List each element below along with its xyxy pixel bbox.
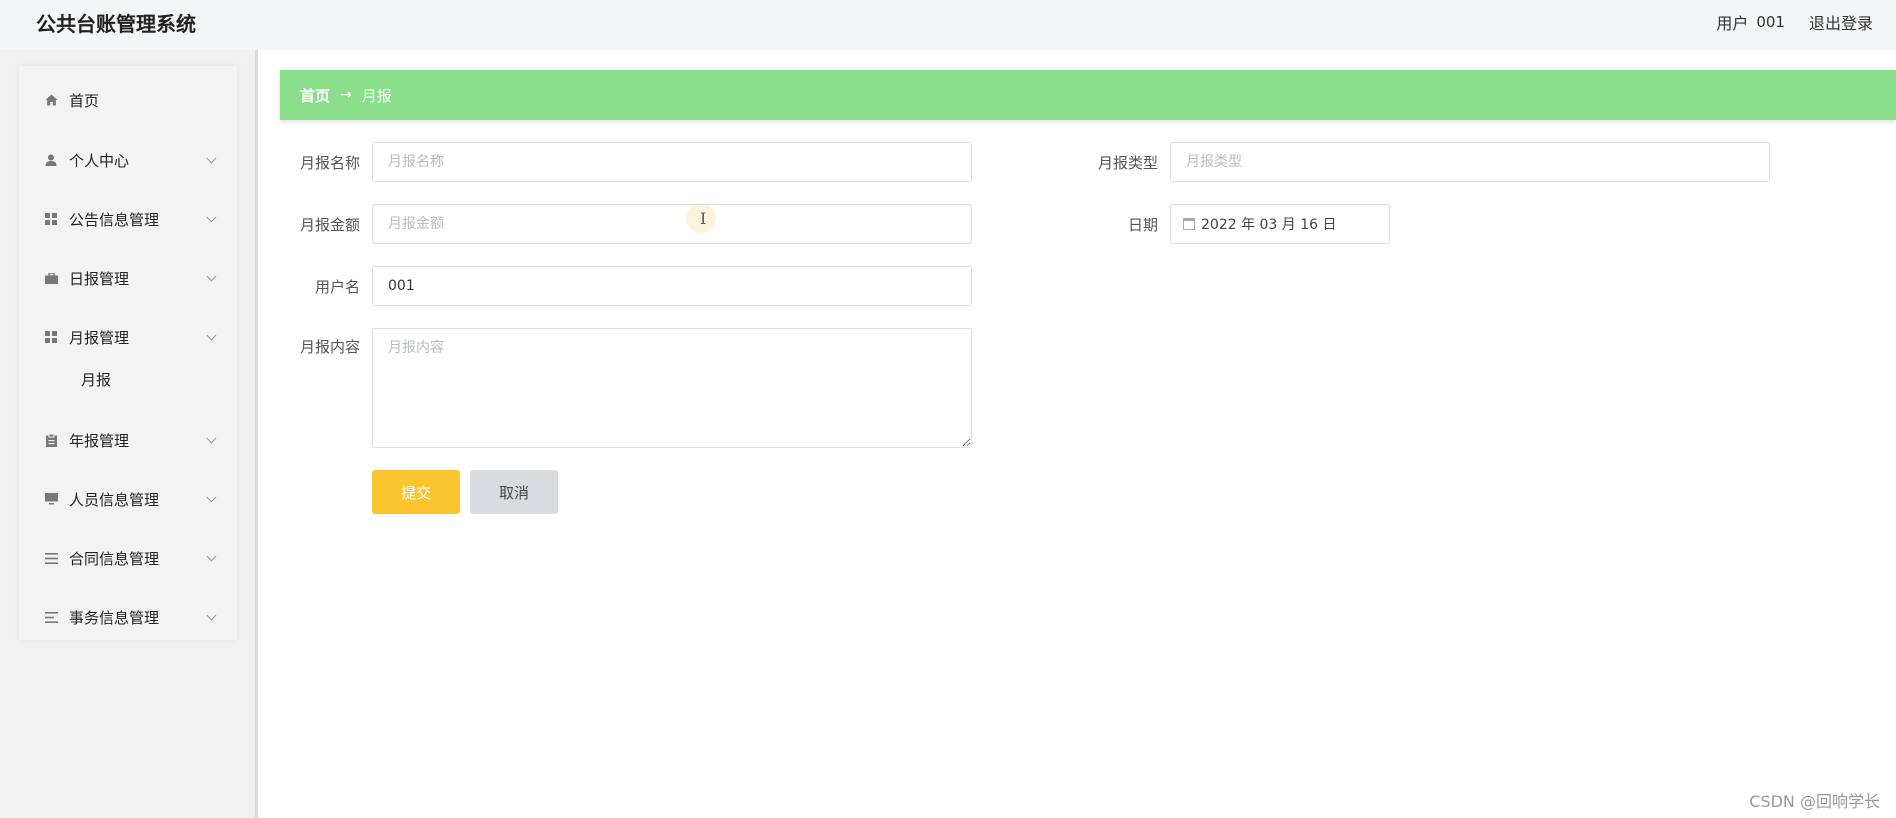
date-picker[interactable]: 2022 年 03 月 16 日 [1170,204,1390,244]
sidebar-menu: 首页 个人中心 公告信息管理 日报管理 月报管理 月报 年报管理 人员信息管理 … [19,66,237,640]
list-icon [44,610,58,624]
cancel-button[interactable]: 取消 [470,470,558,514]
top-bar: 公共台账管理系统 用户 001 退出登录 [0,0,1896,50]
chevron-down-icon [206,551,217,562]
breadcrumb-arrow-icon: → [340,87,352,103]
sidebar-item-monthly-report[interactable]: 月报管理 [19,317,237,357]
user-area: 用户 001 退出登录 [1716,10,1873,34]
sidebar-item-home[interactable]: 首页 [19,80,237,120]
sidebar-item-label: 人员信息管理 [69,490,160,509]
sidebar-item-contract[interactable]: 合同信息管理 [19,538,237,578]
sidebar-item-label: 事务信息管理 [69,608,160,627]
report-content-label: 月报内容 [299,338,360,356]
logout-link[interactable]: 退出登录 [1809,10,1873,34]
sidebar-item-label: 日报管理 [69,269,130,288]
monitor-icon [44,492,58,506]
grid-icon [44,330,58,344]
username-input[interactable] [372,266,972,306]
sidebar-item-label: 年报管理 [69,431,130,450]
breadcrumb-home[interactable]: 首页 [300,85,330,106]
breadcrumb: 首页 → 月报 [280,70,1896,120]
user-id: 001 [1756,13,1785,31]
sidebar-item-daily-report[interactable]: 日报管理 [19,258,237,298]
sidebar-item-label: 首页 [69,91,100,110]
sidebar-item-label: 公告信息管理 [69,210,160,229]
user-label: 用户 [1716,14,1749,33]
report-name-input[interactable] [372,142,972,182]
username-label: 用户名 [314,278,360,296]
sidebar-item-personal-center[interactable]: 个人中心 [19,140,237,180]
sidebar-item-label: 月报管理 [69,328,130,347]
chevron-down-icon [206,330,217,341]
chevron-down-icon [206,610,217,621]
user-icon [44,153,58,167]
report-content-textarea[interactable] [372,328,972,448]
submit-button[interactable]: 提交 [372,470,460,514]
app-title: 公共台账管理系统 [36,12,196,36]
sidebar: 首页 个人中心 公告信息管理 日报管理 月报管理 月报 年报管理 人员信息管理 … [0,50,258,818]
chevron-down-icon [206,433,217,444]
breadcrumb-current: 月报 [361,86,392,105]
report-amount-label: 月报金额 [299,216,360,234]
sidebar-item-label: 合同信息管理 [69,549,160,568]
briefcase-icon [44,271,58,285]
date-value: 2022 年 03 月 16 日 [1201,217,1337,233]
chevron-down-icon [206,153,217,164]
grid-icon [44,212,58,226]
list-icon [44,551,58,565]
watermark: CSDN @回响学长 [1749,792,1880,811]
date-label: 日期 [1127,216,1158,234]
clipboard-icon [44,433,58,447]
sidebar-item-announcement[interactable]: 公告信息管理 [19,199,237,239]
calendar-icon [1183,218,1195,230]
sidebar-item-affairs[interactable]: 事务信息管理 [19,597,237,637]
chevron-down-icon [206,271,217,282]
report-name-label: 月报名称 [299,154,360,172]
sidebar-item-annual-report[interactable]: 年报管理 [19,420,237,460]
report-amount-input[interactable] [372,204,972,244]
text-cursor-icon: I [700,209,707,228]
sidebar-item-personnel[interactable]: 人员信息管理 [19,479,237,519]
home-icon [44,93,58,107]
sidebar-subitem-monthly[interactable]: 月报 [19,361,237,397]
chevron-down-icon [206,212,217,223]
report-type-label: 月报类型 [1097,154,1158,172]
sidebar-subitem-label: 月报 [81,371,112,389]
sidebar-item-label: 个人中心 [69,151,130,170]
chevron-down-icon [206,492,217,503]
report-type-input[interactable] [1170,142,1770,182]
